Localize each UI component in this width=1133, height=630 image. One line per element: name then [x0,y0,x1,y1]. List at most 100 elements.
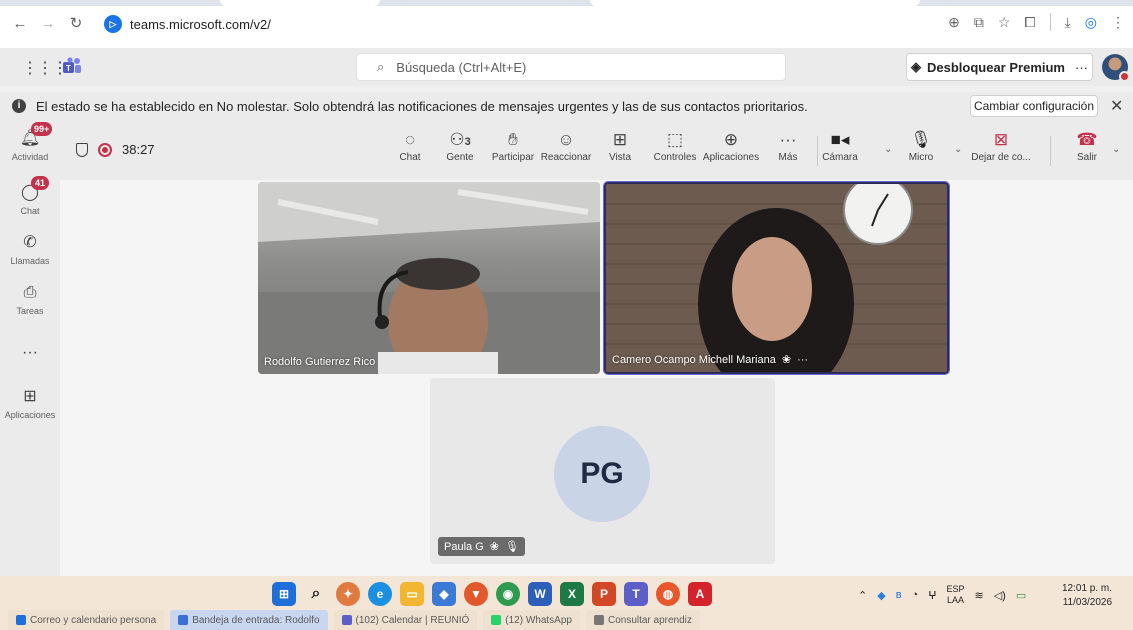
site-favicon-icon: ▷ [104,15,122,33]
leave-options-chevron-icon[interactable]: ⌄ [1112,144,1120,155]
os-taskbar: ⊞ ⌕ ✦ e ▭ ◆ ▼ ◉ W X P T ◍ A ⌃ ◆ ʙ ◔ ⵖ ES… [0,576,1133,630]
rail-item-more[interactable]: ··· [0,342,60,366]
camera-button[interactable]: ■◂ Cámara [822,128,858,163]
search-input[interactable]: ⌕ Búsqueda (Ctrl+Alt+E) [356,53,786,81]
remote-desktop-icon[interactable]: ◆ [432,582,456,606]
app-rail: 🔔︎ 99+ Actividad ◯ 41 Chat ✆ Llamadas ⎙ Ta… [0,120,60,576]
taskbar-window[interactable]: Consultar aprendiz [585,610,700,630]
profile-icon[interactable]: ◎ [1085,14,1097,31]
chevron-up-icon[interactable]: ⌃ [858,589,867,602]
reload-icon[interactable]: ↻ [66,14,86,34]
svg-text:T: T [66,64,71,73]
time: 12:01 p. m. [1062,583,1113,594]
rail-item-calls[interactable]: ✆ Llamadas [0,232,60,266]
more-button[interactable]: ··· Más [774,128,802,163]
unlock-premium-button[interactable]: ◈ Desbloquear Premium ··· [906,53,1093,81]
forward-icon[interactable]: → [38,14,58,34]
app-launcher-icon[interactable]: ⋮⋮⋮ [22,58,68,78]
search-icon[interactable]: ⌕ [304,582,328,606]
window-title: Correo y calendario persona [30,614,157,626]
wifi-icon[interactable]: ≋ [974,589,983,602]
mic-button[interactable]: 🎙︎ Micro [906,128,936,163]
participant-tile[interactable]: Rodolfo Gutierrez Rico [258,182,600,374]
taskbar-window[interactable]: (102) Calendar | REUNIÓ [333,610,478,630]
window-title: Consultar aprendiz [607,614,692,626]
excel-icon[interactable]: X [560,582,584,606]
address-bar[interactable]: ▷ teams.microsoft.com/v2/ [104,13,271,35]
cast-icon[interactable]: ⧉ [974,14,984,31]
controls-button[interactable]: ⬚ Controles [650,128,700,163]
grid-view-icon: ⊞ [612,130,628,149]
copilot-icon[interactable]: ✦ [336,582,360,606]
change-settings-button[interactable]: Cambiar configuración [970,95,1098,117]
taskbar-window[interactable]: Bandeja de entrada: Rodolfo [170,610,328,630]
download-icon[interactable]: ⤓ [1065,14,1071,31]
toolbar-divider [817,136,818,166]
battery-icon[interactable]: ▭ [1016,589,1026,602]
browser-menu-icon[interactable]: ⋮ [1111,14,1125,31]
mic-label: Micro [908,152,934,163]
rail-item-activity[interactable]: 🔔︎ 99+ Actividad [0,122,60,162]
shield-icon[interactable] [76,142,88,157]
user-avatar[interactable] [1102,54,1130,82]
window-title: (102) Calendar | REUNIÓ [355,614,470,626]
file-explorer-icon[interactable]: ▭ [400,582,424,606]
language-code: ESP [946,584,965,594]
close-icon[interactable]: ✕ [1110,96,1123,116]
more-options-icon[interactable]: ··· [1075,60,1088,75]
participant-tile[interactable]: PG Paula G ❀ 🎙︎ [430,378,775,564]
tray-app-icon[interactable]: ◆ [877,589,885,602]
chat-icon: ◯ 41 [19,176,49,204]
bookmark-star-icon[interactable]: ☆ [998,14,1011,31]
raise-hand-button[interactable]: ✋︎ Participar [488,128,538,163]
taskbar-window[interactable]: Correo y calendario persona [8,610,165,630]
microphone-icon: 🎙︎ [910,130,932,149]
clock[interactable]: 12:01 p. m. 11/03/2026 [1062,582,1112,610]
extensions-icon[interactable]: ⧠ [1024,14,1035,31]
zoom-icon[interactable]: ⊕ [948,14,960,31]
edge-icon[interactable]: e [368,582,392,606]
apps-label: Aplicaciones [702,152,760,163]
taskbar-window[interactable]: (12) WhatsApp [483,610,580,630]
usb-icon[interactable]: ⵖ [928,589,936,602]
react-button[interactable]: ☺ Reaccionar [540,128,592,163]
stop-sharing-button[interactable]: ⊠ Dejar de co... [970,128,1032,163]
apps-button[interactable]: ⊕ Aplicaciones [702,128,760,163]
camera-options-chevron-icon[interactable]: ⌄ [884,144,892,155]
start-icon[interactable]: ⊞ [272,582,296,606]
language-indicator[interactable]: ESP LAA [946,584,964,606]
volume-icon[interactable]: ◁) [994,589,1006,602]
whatsapp-icon [491,615,502,625]
teams-icon[interactable]: T [624,582,648,606]
hang-up-icon: ☎︎ [1076,130,1098,149]
firefox-icon[interactable]: ◍ [656,582,680,606]
acrobat-icon[interactable]: A [688,582,712,606]
back-icon[interactable]: ← [10,14,30,34]
outlook-icon [178,615,189,625]
chrome-icon[interactable]: ◉ [496,582,520,606]
participant-name: Rodolfo Gutierrez Rico [264,356,376,368]
participant-more-icon[interactable]: ··· [797,354,808,366]
teams-logo-icon: T [63,57,81,73]
chat-button[interactable]: ◌ Chat [398,128,422,163]
participant-name: Camero Ocampo Michell Mariana [612,353,776,366]
mic-options-chevron-icon[interactable]: ⌄ [954,144,962,155]
keyboard-layout: LAA [946,595,964,605]
rail-item-chat[interactable]: ◯ 41 Chat [0,176,60,216]
view-button[interactable]: ⊞ Vista [608,128,632,163]
rail-item-apps[interactable]: ⊞ Aplicaciones [0,386,60,420]
participant-tile-active-speaker[interactable]: Camero Ocampo Michell Mariana ❀ ··· [603,181,950,375]
participant-name: Paula G [444,540,484,553]
tray-app-icon[interactable]: ◔ [912,589,919,601]
brave-icon[interactable]: ▼ [464,582,488,606]
leave-button[interactable]: ☎︎ Salir [1072,128,1102,163]
url-text[interactable]: teams.microsoft.com/v2/ [130,17,271,32]
more-icon: ··· [22,344,38,361]
dnd-notice-bar: i El estado se ha establecido en No mole… [0,92,1133,120]
word-icon[interactable]: W [528,582,552,606]
people-button[interactable]: ⚇3 Gente [443,128,477,163]
search-icon: ⌕ [377,59,385,74]
bluetooth-icon[interactable]: ʙ [896,589,902,601]
powerpoint-icon[interactable]: P [592,582,616,606]
rail-item-tasks[interactable]: ⎙ Tareas [0,282,60,316]
